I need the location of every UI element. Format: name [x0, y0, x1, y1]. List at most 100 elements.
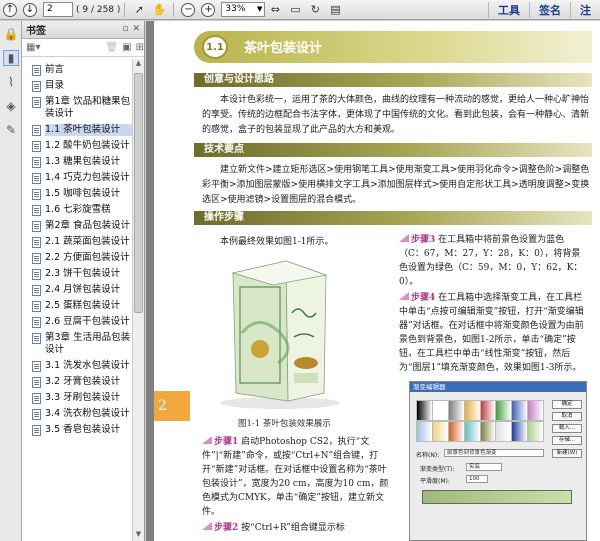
- step-1: 步骤1 启动Photoshop CS2，执行“文件”|“新建”命令，或按“Ctr…: [202, 435, 392, 519]
- bookmark-item[interactable]: 1.4 巧克力包装设计: [22, 171, 133, 185]
- gradient-swatch: [528, 401, 543, 420]
- fit-page-button[interactable]: ▭: [286, 1, 304, 19]
- step-label: 步骤2: [214, 523, 239, 533]
- smooth-label: 平滑度(M):: [420, 478, 450, 485]
- gradient-swatch: [432, 401, 448, 420]
- options-icon[interactable]: ▦▾: [26, 42, 40, 53]
- bookmark-item[interactable]: 第3章 生活用品包装设计: [22, 331, 133, 357]
- tools-menu[interactable]: 工具: [488, 2, 529, 18]
- bookmark-label: 3.4 洗衣粉包装设计: [45, 408, 130, 419]
- bookmark-item[interactable]: 第1章 饮品和糖果包装设计: [22, 95, 133, 121]
- tea-box-image: [220, 260, 340, 409]
- document-icon: ▤: [330, 3, 341, 16]
- next-page-button[interactable]: ↓: [21, 1, 39, 19]
- section-banner: 创意与设计思路: [194, 73, 592, 87]
- sign-menu[interactable]: 签名: [529, 2, 570, 18]
- step-text: 按“Ctrl+R”组合键显示标: [241, 523, 345, 533]
- select-tool-button[interactable]: ➚: [130, 1, 148, 19]
- step-label: 步骤4: [411, 293, 436, 303]
- bookmark-item[interactable]: 1.3 糖果包装设计: [22, 155, 133, 169]
- bookmark-label: 第3章 生活用品包装设计: [45, 332, 131, 355]
- signature-icon[interactable]: ✎: [3, 122, 19, 138]
- bookmark-label: 第1章 饮品和糖果包装设计: [45, 96, 131, 119]
- bookmark-item[interactable]: 2.6 豆腐干包装设计: [22, 315, 133, 329]
- bookmark-icon[interactable]: ▮: [3, 50, 19, 66]
- new-bookmark-icon[interactable]: ▣: [122, 42, 131, 53]
- page-icon: [32, 189, 41, 200]
- expand-bookmark-icon[interactable]: ⊞: [136, 42, 144, 53]
- bookmark-item[interactable]: 3.2 牙膏包装设计: [22, 375, 133, 389]
- bookmark-label: 1.2 酸牛奶包装设计: [45, 140, 130, 151]
- bookmark-item[interactable]: 2.1 蔬菜面包装设计: [22, 235, 133, 249]
- bookmark-item[interactable]: 2.4 月饼包装设计: [22, 283, 133, 297]
- bookmarks-header: 书签 ▫ ✕: [22, 21, 144, 39]
- minus-icon: −: [181, 2, 196, 17]
- zoom-out-button[interactable]: −: [179, 1, 197, 19]
- bookmark-item[interactable]: 2.2 方便面包装设计: [22, 251, 133, 265]
- close-icon[interactable]: ✕: [132, 24, 140, 34]
- name-label: 名称(N):: [416, 452, 440, 459]
- bookmark-item[interactable]: 3.4 洗衣粉包装设计: [22, 407, 133, 421]
- delete-icon[interactable]: 🗑: [105, 42, 118, 53]
- hand-icon: ✋: [152, 3, 167, 16]
- bookmark-item[interactable]: 3.5 香皂包装设计: [22, 423, 133, 437]
- bookmark-item[interactable]: 目录: [22, 79, 133, 93]
- page-icon: [32, 393, 41, 404]
- bookmark-item[interactable]: 1.2 酸牛奶包装设计: [22, 139, 133, 153]
- zoom-in-button[interactable]: +: [199, 1, 217, 19]
- bookmark-label: 3.5 香皂包装设计: [45, 424, 121, 435]
- bookmark-label: 1.1 茶叶包装设计: [45, 124, 133, 136]
- rotate-button[interactable]: ↻: [306, 1, 324, 19]
- previous-page-button[interactable]: ↑: [1, 1, 19, 19]
- bookmark-item[interactable]: 第2章 食品包装设计: [22, 219, 133, 233]
- attachment-icon[interactable]: ⌇: [3, 74, 19, 90]
- page-icon: [32, 269, 41, 280]
- chevron-down-icon: ▼: [257, 5, 263, 13]
- bookmark-item[interactable]: 3.3 牙刷包装设计: [22, 391, 133, 405]
- section-banner: 技术要点: [194, 143, 592, 157]
- intro-text: 本例最终效果如图1-1所示。: [220, 237, 334, 247]
- toolbar: ↑ ↓ 2 ( 9 / 258 ) ➚ ✋ − + 33% ▼ ⇔ ▭ ↻ ▤ 工…: [0, 0, 600, 20]
- toolbar-right-menu: 工具 签名 注: [488, 0, 600, 20]
- fit-width-button[interactable]: ⇔: [266, 1, 284, 19]
- step-marker-icon: [399, 234, 409, 242]
- scroll-up-icon[interactable]: ▲: [133, 59, 144, 70]
- layers-icon[interactable]: ◈: [3, 98, 19, 114]
- page-icon: [32, 317, 41, 328]
- rotate-icon: ↻: [310, 3, 321, 16]
- section-title: 操作步骤: [204, 212, 244, 223]
- fit-width-icon: ⇔: [270, 3, 281, 16]
- gradient-swatch: [417, 401, 432, 420]
- page-icon: [32, 205, 41, 216]
- chapter-title: 茶叶包装设计: [244, 41, 323, 56]
- step-marker-icon: [202, 522, 212, 530]
- document-viewport[interactable]: 2 1.1 茶叶包装设计 创意与设计思路 本设计色彩统一，运用了茶的大体颜色，曲…: [146, 21, 600, 541]
- bookmark-label: 2.2 方便面包装设计: [45, 252, 130, 263]
- zoom-select[interactable]: 33% ▼: [221, 2, 266, 17]
- expand-panel-icon[interactable]: ▫: [122, 24, 128, 34]
- comment-menu[interactable]: 注: [570, 2, 600, 18]
- step-3: 步骤3 在工具箱中将前景色设置为蓝色（C：67，M：27，Y：28，K：0），将…: [399, 233, 589, 289]
- bookmarks-panel: 书签 ▫ ✕ ▦▾ 🗑 ▣ ⊞ 前言目录第1章 饮品和糖果包装设计 1.1 茶叶包…: [22, 21, 145, 541]
- section-title: 技术要点: [204, 144, 244, 155]
- bookmark-item[interactable]: 3.1 洗发水包装设计: [22, 359, 133, 373]
- plus-icon: +: [201, 2, 216, 17]
- bookmark-item[interactable]: 前言: [22, 63, 133, 77]
- page-icon: [32, 237, 41, 248]
- bookmark-item[interactable]: 1.5 咖啡包装设计: [22, 187, 133, 201]
- bookmark-item[interactable]: 2.5 蛋糕包装设计: [22, 299, 133, 313]
- page-icon: [32, 333, 41, 344]
- new-button: 新建(W): [552, 449, 582, 458]
- gradient-swatch: [528, 421, 543, 441]
- scroll-down-icon[interactable]: ▼: [133, 530, 144, 541]
- scrollbar-thumb[interactable]: [134, 73, 143, 313]
- bookmark-item[interactable]: 1.6 七彩旋雪糕: [22, 203, 133, 217]
- bookmarks-title: 书签: [26, 26, 46, 37]
- lock-icon[interactable]: 🔒: [3, 26, 19, 42]
- bookmark-item[interactable]: 1.1 茶叶包装设计: [22, 123, 133, 137]
- hand-tool-button[interactable]: ✋: [150, 1, 168, 19]
- page-number-input[interactable]: 2: [43, 2, 73, 17]
- bookmark-item[interactable]: 2.3 饼干包装设计: [22, 267, 133, 281]
- read-mode-button[interactable]: ▤: [326, 1, 344, 19]
- bookmark-scrollbar[interactable]: ▲ ▼: [132, 59, 144, 541]
